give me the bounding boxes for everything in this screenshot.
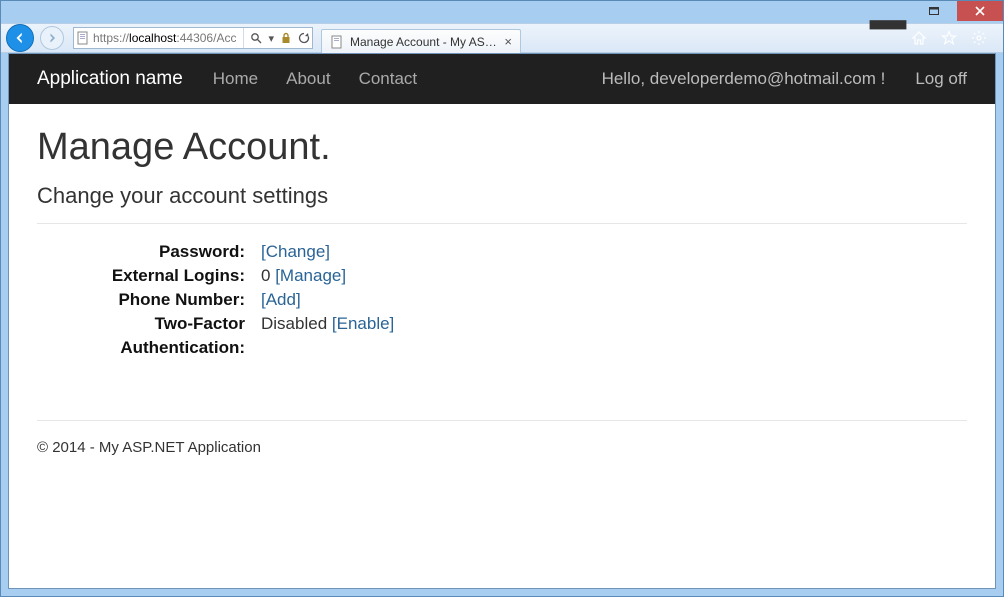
row-twofa: Disabled [Enable] — [261, 312, 394, 336]
footer: © 2014 - My ASP.NET Application — [37, 420, 967, 456]
lock-icon[interactable] — [280, 32, 292, 44]
nav-about[interactable]: About — [286, 69, 330, 89]
tab-close-icon[interactable]: × — [504, 34, 512, 49]
address-bar-controls: ▾ — [243, 28, 310, 48]
home-icon[interactable] — [911, 30, 927, 46]
twofa-status: Disabled — [261, 314, 327, 333]
browser-tab[interactable]: Manage Account - My ASP.... × — [321, 29, 521, 53]
toolbar-right — [911, 30, 999, 46]
enable-twofa-link[interactable]: [Enable] — [332, 314, 394, 333]
url-port: :44306 — [176, 31, 213, 45]
page-title: Manage Account. — [37, 126, 967, 169]
label-phone: Phone Number: — [37, 288, 245, 312]
divider — [37, 223, 967, 224]
label-external-logins: External Logins: — [37, 264, 245, 288]
external-logins-count: 0 — [261, 266, 270, 285]
nav-contact[interactable]: Contact — [359, 69, 418, 89]
browser-window: https://localhost:44306/Acc ▾ Manage Acc… — [0, 0, 1004, 597]
settings-labels: Password: External Logins: Phone Number:… — [37, 240, 245, 360]
label-twofa-2: Authentication: — [37, 336, 245, 360]
settings-values: [Change] 0 [Manage] [Add] Disabled [Enab… — [245, 240, 394, 360]
tab-page-icon — [330, 35, 344, 49]
tab-title: Manage Account - My ASP.... — [350, 35, 498, 49]
url-scheme: https:// — [93, 31, 129, 45]
footer-text: © 2014 - My ASP.NET Application — [37, 439, 261, 456]
settings-icon[interactable] — [971, 30, 987, 46]
address-text: https://localhost:44306/Acc — [93, 31, 236, 45]
page-icon — [76, 31, 90, 45]
page-viewport: Application name Home About Contact Hell… — [8, 53, 996, 589]
url-host: localhost — [129, 31, 176, 45]
settings-list: Password: External Logins: Phone Number:… — [37, 240, 967, 360]
brand[interactable]: Application name — [37, 68, 183, 90]
refresh-icon[interactable] — [298, 32, 310, 44]
minimize-button[interactable] — [865, 1, 911, 21]
add-phone-link[interactable]: [Add] — [261, 290, 301, 309]
nav-home[interactable]: Home — [213, 69, 258, 89]
nav-forward-button[interactable] — [37, 23, 67, 53]
row-phone: [Add] — [261, 288, 394, 312]
change-password-link[interactable]: [Change] — [261, 242, 330, 261]
close-button[interactable] — [957, 1, 1003, 21]
dropdown-icon[interactable]: ▾ — [268, 32, 274, 45]
address-bar[interactable]: https://localhost:44306/Acc ▾ — [73, 27, 313, 49]
titlebar — [1, 1, 1003, 23]
app-navbar: Application name Home About Contact Hell… — [9, 54, 995, 104]
nav-logoff[interactable]: Log off — [915, 69, 967, 89]
label-password: Password: — [37, 240, 245, 264]
label-twofa-1: Two-Factor — [37, 312, 245, 336]
url-path: /Acc — [213, 31, 236, 45]
browser-toolbar: https://localhost:44306/Acc ▾ Manage Acc… — [1, 23, 1003, 53]
favorites-icon[interactable] — [941, 30, 957, 46]
search-icon[interactable] — [250, 32, 262, 44]
row-password: [Change] — [261, 240, 394, 264]
page-subtitle: Change your account settings — [37, 183, 967, 209]
nav-greeting[interactable]: Hello, developerdemo@hotmail.com ! — [602, 69, 886, 89]
manage-logins-link[interactable]: [Manage] — [275, 266, 346, 285]
nav-back-button[interactable] — [5, 23, 35, 53]
page-body: Manage Account. Change your account sett… — [9, 104, 995, 478]
tab-bar: Manage Account - My ASP.... × — [321, 23, 521, 53]
maximize-button[interactable] — [911, 1, 957, 21]
row-external-logins: 0 [Manage] — [261, 264, 394, 288]
